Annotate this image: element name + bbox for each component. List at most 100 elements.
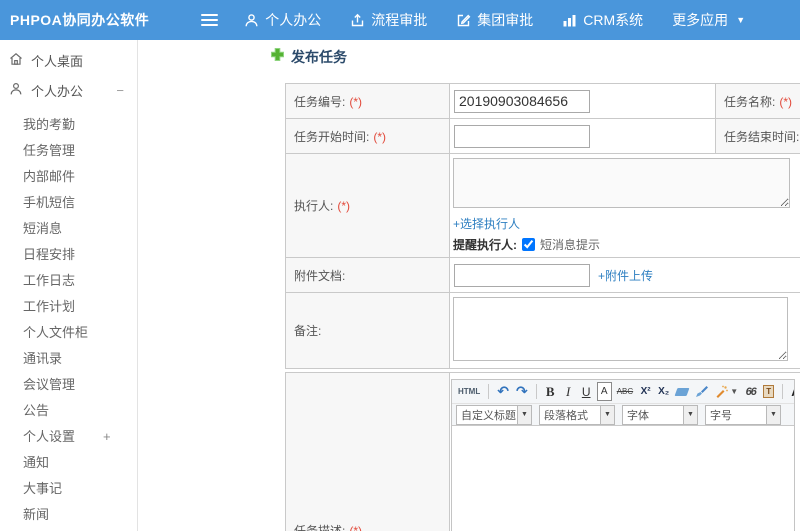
sidebar-submenu-item[interactable]: 内部邮件: [0, 164, 137, 190]
blockquote-button[interactable]: 66: [743, 382, 758, 401]
chevron-down-icon: ▼: [730, 387, 739, 396]
chevron-down-icon[interactable]: ▼: [684, 404, 698, 425]
attachment-input[interactable]: [454, 263, 590, 287]
nav-crm-system[interactable]: CRM系统: [562, 10, 643, 30]
page-title: 发布任务: [270, 47, 347, 67]
sidebar-submenu-item[interactable]: 大事记: [0, 476, 137, 502]
sidebar: 个人桌面 个人办公 − 我的考勤 任务管理 内部邮件 手机短信 短消息 日程安排…: [0, 40, 138, 531]
heading-dropdown[interactable]: 自定义标题 ▼: [456, 404, 532, 425]
eraser-button[interactable]: [674, 382, 690, 401]
sidebar-submenu-item[interactable]: 工作日志: [0, 268, 137, 294]
end-time-label: 任务结束时间:: [724, 129, 800, 144]
table-row: 任务编号:(*) 任务名称:(*): [285, 83, 800, 119]
required-mark: (*): [349, 94, 363, 109]
required-mark: (*): [349, 524, 363, 531]
sidebar-submenu-item[interactable]: 公告: [0, 398, 137, 424]
font-family-dropdown[interactable]: 字体 ▼: [622, 404, 698, 425]
user-icon: [9, 82, 23, 99]
richtext-editor: HTML ↶ ↷ B I U A ABC X² X₂ ▼ 66 T 自定义标题 …: [451, 379, 795, 531]
workflow-icon: [350, 13, 365, 28]
italic-button[interactable]: I: [561, 382, 576, 401]
main-content: 发布任务 任务编号:(*) 任务名称:(*) 任务开始时间:(*) 任务结束时间…: [139, 40, 800, 531]
paste-button[interactable]: T: [761, 382, 776, 401]
edit-icon: [456, 13, 471, 28]
sidebar-item-personal-office[interactable]: 个人办公 −: [0, 75, 137, 105]
chevron-down-icon[interactable]: ▼: [518, 404, 532, 425]
redo-button[interactable]: ↷: [514, 382, 530, 401]
eraser-icon: [674, 387, 690, 396]
start-time-label: 任务开始时间:: [294, 129, 370, 144]
font-style-button[interactable]: A: [596, 382, 612, 401]
sidebar-submenu-item[interactable]: 新闻: [0, 502, 137, 528]
font-color-button[interactable]: A▼: [789, 382, 794, 401]
table-row: 任务开始时间:(*) 任务结束时间:(*): [285, 118, 800, 154]
required-mark: (*): [337, 199, 351, 213]
table-row: 执行人: (*) +选择执行人 提醒执行人: 短消息提示: [285, 153, 800, 258]
executor-label: 执行人:: [294, 199, 334, 213]
task-form-table: 任务编号:(*) 任务名称:(*) 任务开始时间:(*) 任务结束时间:(*) …: [285, 83, 800, 369]
brush-icon: [696, 386, 709, 397]
nav-group-approval[interactable]: 集团审批: [456, 10, 533, 30]
sidebar-submenu-item[interactable]: 短消息: [0, 216, 137, 242]
task-desc-label: 任务描述:: [294, 524, 346, 531]
sidebar-submenu-item[interactable]: 任务管理: [0, 138, 137, 164]
nav-personal-office[interactable]: 个人办公: [244, 10, 321, 30]
underline-button[interactable]: U: [579, 382, 594, 401]
remark-label: 备注:: [294, 324, 322, 338]
magic-wand-icon: [716, 385, 729, 398]
sidebar-submenu-item[interactable]: 我的考勤: [0, 112, 137, 138]
chevron-down-icon[interactable]: ▼: [601, 404, 615, 425]
menu-toggle-icon[interactable]: [201, 11, 219, 29]
page-title-text: 发布任务: [291, 49, 347, 65]
sidebar-submenu-item[interactable]: 通讯录: [0, 346, 137, 372]
sidebar-submenu-item[interactable]: 手机短信: [0, 190, 137, 216]
attachment-label: 附件文档:: [294, 268, 346, 283]
expand-icon[interactable]: +: [103, 424, 111, 450]
table-row: 附件文档: +附件上传: [285, 257, 800, 293]
sidebar-submenu-item[interactable]: 日程安排: [0, 242, 137, 268]
sidebar-item-desktop[interactable]: 个人桌面: [0, 45, 137, 75]
sidebar-submenu-item[interactable]: 个人文件柜: [0, 320, 137, 346]
bar-chart-icon: [562, 13, 577, 28]
chevron-down-icon: ▼: [736, 15, 746, 25]
attachment-upload-link[interactable]: +附件上传: [598, 267, 653, 284]
top-navigation: 个人办公 流程审批 集团审批 CRM系统 更多应用 ▼: [244, 10, 774, 30]
editor-content-area[interactable]: [452, 426, 794, 531]
clipboard-icon: T: [763, 385, 775, 398]
html-source-button[interactable]: HTML: [456, 382, 482, 401]
superscript-button[interactable]: X²: [638, 382, 653, 401]
bold-button[interactable]: B: [543, 382, 558, 401]
sms-remind-checkbox[interactable]: [522, 238, 535, 251]
add-plus-icon: [270, 47, 285, 67]
remark-textarea[interactable]: [453, 297, 788, 361]
editor-toolbar-row1: HTML ↶ ↷ B I U A ABC X² X₂ ▼ 66 T: [452, 380, 794, 403]
required-mark: (*): [373, 129, 387, 144]
task-name-label: 任务名称:: [724, 94, 776, 109]
undo-button[interactable]: ↶: [495, 382, 511, 401]
task-no-label: 任务编号:: [294, 94, 346, 109]
nav-more-apps[interactable]: 更多应用 ▼: [672, 10, 745, 30]
magic-wand-button[interactable]: ▼: [713, 382, 740, 401]
task-desc-table: 任务描述: (*) HTML ↶ ↷ B I U A ABC X² X₂ ▼ 6…: [285, 372, 800, 531]
chevron-down-icon[interactable]: ▼: [767, 404, 781, 425]
sidebar-submenu-item[interactable]: 个人设置 +: [0, 424, 137, 450]
collapse-icon[interactable]: −: [116, 83, 124, 98]
task-no-input[interactable]: [454, 89, 590, 113]
paragraph-format-dropdown[interactable]: 段落格式 ▼: [539, 404, 615, 425]
font-size-dropdown[interactable]: 字号 ▼: [705, 404, 781, 425]
sidebar-submenu-item[interactable]: 通知: [0, 450, 137, 476]
format-brush-button[interactable]: [693, 382, 710, 401]
executor-textarea[interactable]: [453, 158, 790, 208]
sidebar-submenu-item[interactable]: 工作计划: [0, 294, 137, 320]
nav-process-approval[interactable]: 流程审批: [350, 10, 427, 30]
task-form: 任务编号:(*) 任务名称:(*) 任务开始时间:(*) 任务结束时间:(*) …: [285, 83, 800, 531]
start-time-input[interactable]: [454, 124, 590, 148]
table-row: 任务描述: (*) HTML ↶ ↷ B I U A ABC X² X₂ ▼ 6…: [285, 372, 800, 531]
remind-executor-label: 提醒执行人:: [453, 238, 517, 252]
user-icon: [244, 13, 259, 28]
choose-executor-link[interactable]: +选择执行人: [453, 217, 520, 231]
subscript-button[interactable]: X₂: [656, 382, 671, 401]
strikethrough-button[interactable]: ABC: [615, 382, 635, 401]
sms-remind-label: 短消息提示: [540, 238, 601, 252]
sidebar-submenu-item[interactable]: 会议管理: [0, 372, 137, 398]
